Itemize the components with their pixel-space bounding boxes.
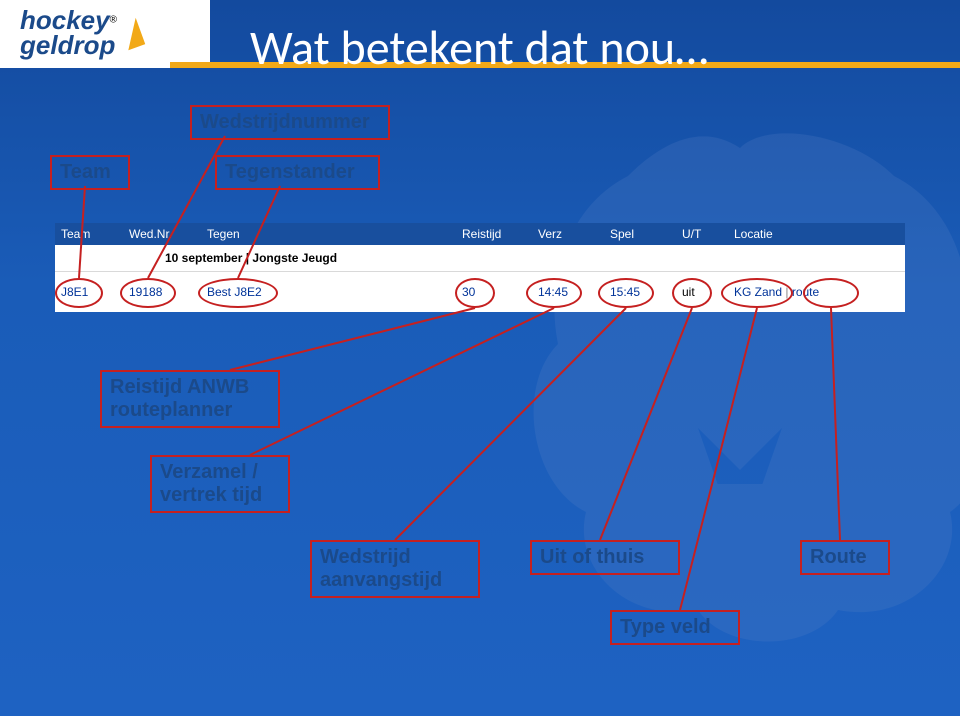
table-row: J8E1 19188 Best J8E2 30 14:45 15:45 uit … [55,272,905,312]
annot-route: Route [800,540,890,575]
th-wednr: Wed.Nr. [123,224,201,244]
cell-loc-veld[interactable]: KG Zand [734,285,782,299]
annot-team: Team [50,155,130,190]
cell-loc-route[interactable]: route [792,285,819,299]
th-spel: Spel [604,224,676,244]
annot-tegenstander: Tegenstander [215,155,380,190]
cell-tegen[interactable]: Best J8E2 [207,285,262,299]
annot-verzamel: Verzamel / vertrek tijd [150,455,290,513]
cell-team[interactable]: J8E1 [61,285,88,299]
cell-ut: uit [682,285,695,299]
schedule-table: Team Wed.Nr. Tegen Reistijd Verz Spel U/… [55,223,905,312]
annot-reistijd-anwb: Reistijd ANWB routeplanner [100,370,280,428]
th-team: Team [55,224,123,244]
brand-logo: hockey® geldrop [0,0,210,68]
connector-lines [0,0,960,716]
th-tegen: Tegen [201,224,456,244]
slide-title: Wat betekent dat nou… [250,18,708,77]
brand-line2: geldrop [20,30,115,60]
annot-wedstrijdnummer: Wedstrijdnummer [190,105,390,140]
annot-type-veld: Type veld [610,610,740,645]
table-header-row: Team Wed.Nr. Tegen Reistijd Verz Spel U/… [55,223,905,245]
table-date-row: 10 september | Jongste Jeugd [55,245,905,272]
swoosh-icon [119,18,145,50]
th-reistijd: Reistijd [456,224,532,244]
cell-reistijd[interactable]: 30 [462,285,475,299]
annot-wedstrijd-aanvang: Wedstrijd aanvangstijd [310,540,480,598]
slide: hockey® geldrop Wat betekent dat nou… Te… [0,0,960,716]
cell-spel[interactable]: 15:45 [610,285,640,299]
cell-verz[interactable]: 14:45 [538,285,568,299]
th-verz: Verz [532,224,604,244]
th-locatie: Locatie [728,224,905,244]
lion-watermark-icon [460,120,960,680]
th-ut: U/T [676,224,728,244]
annot-uit-of-thuis: Uit of thuis [530,540,680,575]
cell-wednr[interactable]: 19188 [129,285,162,299]
